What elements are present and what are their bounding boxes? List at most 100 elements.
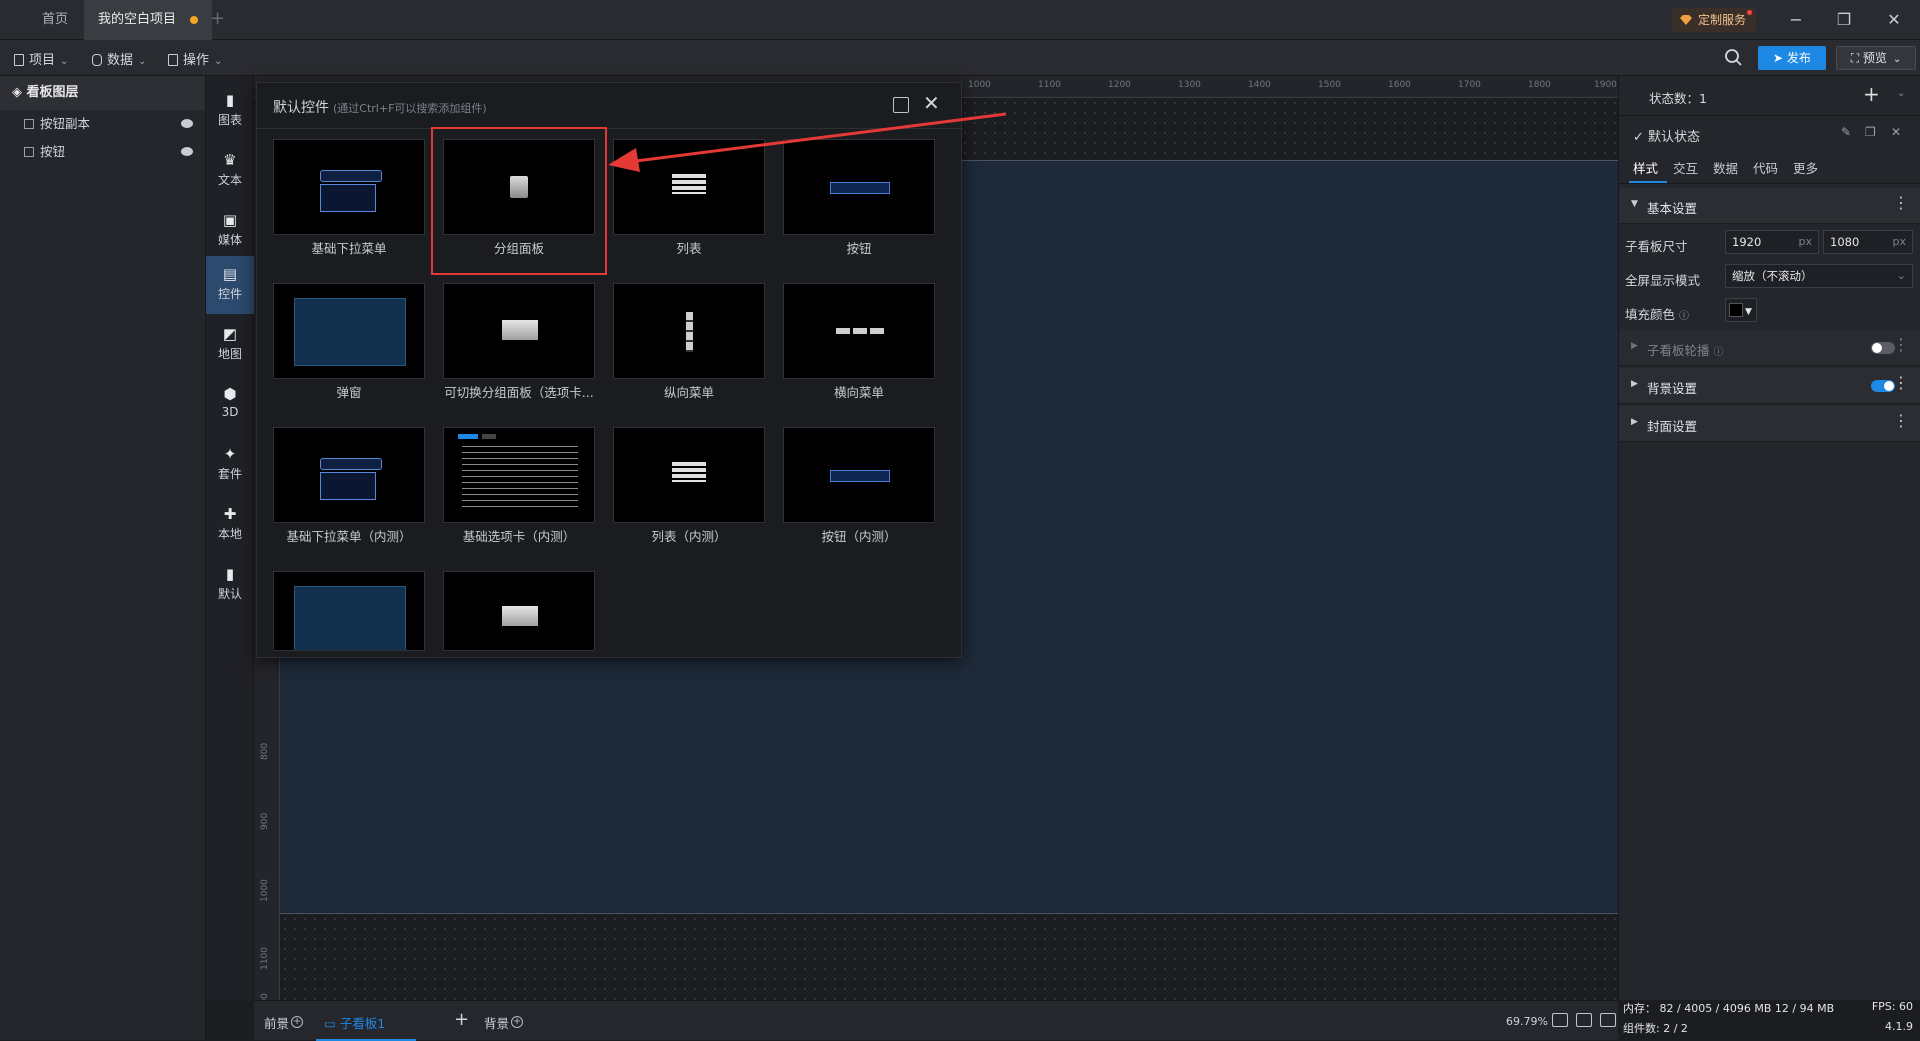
- component-label: 可切换分组面板（选项卡...: [444, 385, 594, 400]
- component-card[interactable]: 列表: [613, 139, 765, 263]
- component-label: 横向菜单: [833, 385, 884, 400]
- layer-panel-header: ◈ 看板图层: [0, 76, 205, 110]
- menu-operation[interactable]: 操作 ⌄: [168, 49, 222, 68]
- ruler-tick: 1600: [1388, 80, 1411, 90]
- layer-item[interactable]: 按钮副本: [0, 110, 205, 138]
- board-height-input[interactable]: 1080 px: [1823, 230, 1913, 254]
- file-icon: [14, 54, 24, 66]
- board-width-input[interactable]: 1920 px: [1725, 230, 1819, 254]
- close-icon[interactable]: ✕: [923, 93, 940, 113]
- add-state-icon[interactable]: +: [1863, 82, 1880, 106]
- puzzle-icon: ✚: [223, 505, 237, 523]
- component-count: 组件数: 2 / 2: [1623, 1022, 1688, 1035]
- component-card[interactable]: 基础下拉菜单（内测）: [273, 427, 425, 551]
- menu-bar: 项目 ⌄ 数据 ⌄ 操作 ⌄ ➤ 发布 ⛶ 预览 ⌄: [0, 40, 1920, 76]
- carousel-toggle[interactable]: [1871, 342, 1895, 354]
- add-tab-icon[interactable]: +: [210, 10, 225, 28]
- background-toggle[interactable]: [1871, 380, 1895, 392]
- keyboard-icon[interactable]: [1576, 1013, 1592, 1027]
- minimize-icon[interactable]: −: [1786, 10, 1806, 30]
- component-card[interactable]: [443, 571, 595, 651]
- tab-code[interactable]: 代码: [1753, 158, 1778, 177]
- menu-data[interactable]: 数据 ⌄: [92, 49, 146, 68]
- fullscreen-select[interactable]: 缩放（不滚动） ⌄: [1725, 264, 1913, 288]
- menu-project[interactable]: 项目 ⌄: [14, 49, 68, 68]
- section-basic-settings[interactable]: ▼ 基本设置 ⋮: [1619, 188, 1920, 224]
- eye-icon[interactable]: [181, 147, 193, 156]
- tab-home-label: 首页: [42, 12, 69, 27]
- tab-background[interactable]: 背景 +: [484, 1013, 524, 1032]
- delete-icon[interactable]: ✕: [1891, 126, 1903, 138]
- component-card[interactable]: 弹窗: [273, 283, 425, 407]
- rail-item-map[interactable]: ◩ 地图: [206, 316, 254, 374]
- component-thumbnail: [443, 283, 595, 379]
- ruler-tick: 1200: [1108, 80, 1131, 90]
- section-carousel[interactable]: ▶ 子看板轮播 ⓘ ⋮: [1619, 330, 1920, 366]
- chevron-down-icon[interactable]: ⌄: [1897, 88, 1905, 99]
- preview-button[interactable]: ⛶ 预览 ⌄: [1836, 46, 1916, 70]
- rail-item-chart[interactable]: ▮ 图表: [206, 82, 254, 140]
- more-icon[interactable]: ⋮: [1893, 195, 1909, 211]
- component-thumbnail: [613, 139, 765, 235]
- component-card[interactable]: 基础选项卡（内测）: [443, 427, 595, 551]
- tab-sub-board[interactable]: ▭ 子看板1: [324, 1013, 385, 1032]
- rail-item-local[interactable]: ✚ 本地: [206, 496, 254, 554]
- more-icon[interactable]: ⋮: [1893, 413, 1909, 429]
- restore-icon[interactable]: ❐: [1834, 10, 1854, 30]
- rail-item-widget[interactable]: ▤ 控件: [206, 256, 254, 314]
- rail-label: 默认: [217, 587, 242, 601]
- cube-icon: ⬢: [223, 385, 237, 403]
- component-card[interactable]: [273, 571, 425, 651]
- add-circle-icon[interactable]: +: [511, 1016, 524, 1028]
- tab-data[interactable]: 数据: [1713, 158, 1738, 177]
- copy-icon[interactable]: [893, 97, 909, 113]
- add-circle-icon[interactable]: +: [291, 1016, 304, 1028]
- fullscreen-icon: ⛶: [1850, 51, 1863, 65]
- publish-button[interactable]: ➤ 发布: [1758, 46, 1826, 70]
- tab-home[interactable]: 首页: [28, 0, 82, 40]
- tab-style[interactable]: 样式: [1633, 158, 1658, 177]
- database-icon: [92, 54, 102, 66]
- fill-color-picker[interactable]: ▼: [1725, 298, 1757, 322]
- component-card[interactable]: 横向菜单: [783, 283, 935, 407]
- component-popup: 默认控件 (通过Ctrl+F可以搜索添加组件) ✕ 基础下拉菜单 分组面板 列表 …: [256, 82, 963, 658]
- component-card-group-panel[interactable]: 分组面板: [431, 127, 607, 275]
- component-card[interactable]: 按钮（内测）: [783, 427, 935, 551]
- add-board-icon[interactable]: +: [454, 1009, 469, 1030]
- component-card[interactable]: 列表（内测）: [613, 427, 765, 551]
- fit-screen-icon[interactable]: [1552, 1013, 1568, 1027]
- section-background[interactable]: ▶ 背景设置 ⋮: [1619, 368, 1920, 404]
- tab-foreground[interactable]: 前景 +: [264, 1013, 304, 1032]
- layer-item[interactable]: 按钮: [0, 138, 205, 166]
- zoom-level[interactable]: 69.79%: [1506, 1015, 1548, 1028]
- more-icon[interactable]: ⋮: [1893, 375, 1909, 391]
- component-card[interactable]: 可切换分组面板（选项卡...: [443, 283, 595, 407]
- ruler-tick: 1100: [260, 947, 270, 970]
- close-window-icon[interactable]: ✕: [1884, 10, 1904, 30]
- rail-item-media[interactable]: ▣ 媒体: [206, 202, 254, 260]
- component-card[interactable]: 纵向菜单: [613, 283, 765, 407]
- eye-icon[interactable]: [181, 119, 193, 128]
- tab-interaction[interactable]: 交互: [1673, 158, 1698, 177]
- tab-project[interactable]: 我的空白项目: [84, 0, 213, 40]
- default-state-row[interactable]: ✓ 默认状态 ✎ ❐ ✕: [1619, 116, 1920, 152]
- state-count: 状态数：1: [1649, 91, 1707, 106]
- rail-item-text[interactable]: ♛ 文本: [206, 142, 254, 200]
- tab-more[interactable]: 更多: [1793, 158, 1818, 177]
- fullscreen-value: 缩放（不滚动）: [1732, 269, 1813, 283]
- rail-item-default[interactable]: ▮ 默认: [206, 556, 254, 614]
- more-icon[interactable]: ⋮: [1893, 337, 1909, 353]
- rail-item-suit[interactable]: ✦ 套件: [206, 436, 254, 494]
- copy-icon[interactable]: ❐: [1865, 126, 1877, 138]
- edit-icon[interactable]: ✎: [1841, 126, 1853, 138]
- custom-service-button[interactable]: 定制服务: [1672, 8, 1757, 32]
- text-icon: ♛: [223, 151, 237, 169]
- search-icon[interactable]: [1724, 48, 1744, 68]
- section-cover[interactable]: ▶ 封面设置 ⋮: [1619, 406, 1920, 442]
- terminal-icon[interactable]: [1600, 1013, 1616, 1027]
- menu-data-label: 数据: [107, 53, 134, 68]
- component-card[interactable]: 基础下拉菜单: [273, 139, 425, 263]
- board-size-label: 子看板尺寸: [1625, 239, 1688, 254]
- component-card[interactable]: 按钮: [783, 139, 935, 263]
- rail-item-3d[interactable]: ⬢ 3D: [206, 376, 254, 434]
